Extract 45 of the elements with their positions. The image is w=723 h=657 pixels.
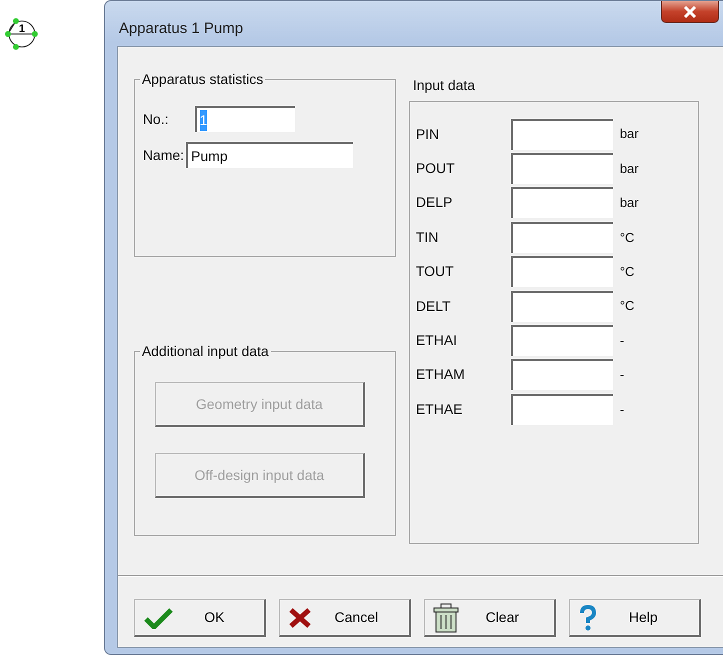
question-mark-icon	[578, 604, 596, 630]
unit-label: bar	[620, 125, 639, 144]
input-field[interactable]	[510, 118, 613, 150]
cross-icon	[288, 606, 312, 628]
group-title: Additional input data	[140, 343, 271, 360]
input-field[interactable]	[510, 359, 613, 390]
unit-label: bar	[620, 160, 639, 178]
input-field[interactable]	[510, 187, 613, 218]
unit-label: °C	[620, 297, 634, 316]
field-label: ETHAE	[416, 400, 464, 419]
group-title: Apparatus statistics	[140, 71, 266, 88]
input-field[interactable]	[510, 325, 613, 356]
group-title: Input data	[412, 76, 476, 95]
cancel-button[interactable]: Cancel	[278, 599, 411, 637]
field-label: ETHAM	[416, 365, 466, 384]
clear-button[interactable]: Clear	[424, 599, 556, 637]
field-label: No.:	[142, 110, 168, 128]
input-field[interactable]	[510, 256, 613, 288]
field-label: TOUT	[416, 262, 455, 282]
input-field[interactable]	[510, 153, 613, 184]
field-label: PIN	[416, 124, 440, 144]
trash-can-icon	[432, 602, 459, 632]
field-label: TIN	[416, 228, 440, 247]
unit-label: °C	[620, 228, 634, 247]
input-field[interactable]	[510, 394, 613, 425]
close-button[interactable]	[661, 1, 719, 23]
unit-label: bar	[620, 194, 639, 212]
help-button[interactable]: Help	[568, 599, 701, 637]
ok-button[interactable]: OK	[134, 599, 266, 637]
unit-label: °C	[620, 263, 634, 281]
close-icon	[683, 6, 697, 18]
window-title: Apparatus 1 Pump	[118, 19, 244, 39]
name-field[interactable]: Pump	[186, 142, 354, 168]
input-field[interactable]	[510, 290, 613, 322]
field-label: DELP	[416, 193, 454, 212]
field-label: POUT	[416, 159, 456, 178]
field-label: Name:	[142, 146, 184, 164]
check-icon	[142, 606, 173, 628]
node-drawing: 1	[2, 12, 42, 56]
field-label: ETHAI	[416, 331, 458, 350]
unit-label: -	[620, 366, 624, 384]
field-label: DELT	[416, 296, 452, 316]
input-field[interactable]	[510, 222, 613, 253]
unit-label: -	[620, 332, 624, 350]
unit-label: -	[620, 400, 624, 419]
